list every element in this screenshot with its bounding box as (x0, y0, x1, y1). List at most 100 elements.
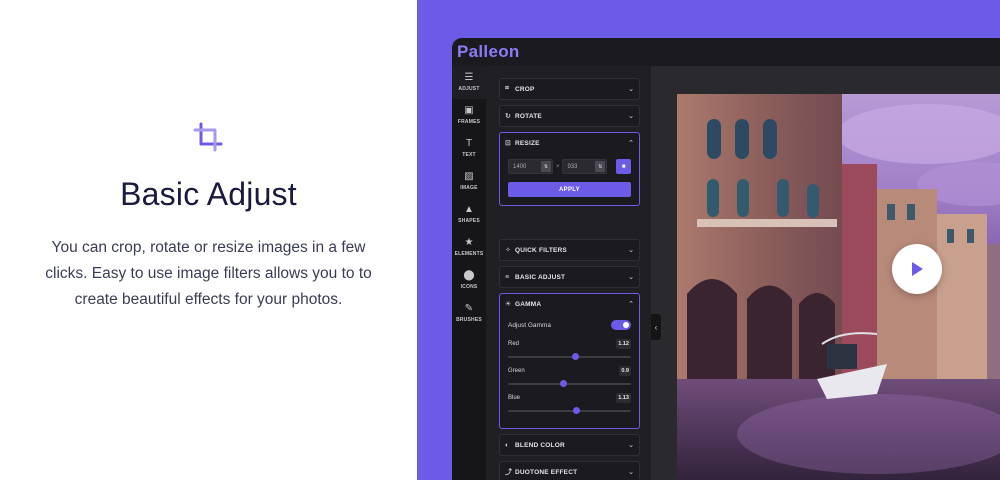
slider-value: 1.12 (616, 339, 631, 349)
rail-item-frames[interactable]: ▣ FRAMES (452, 99, 486, 132)
rail-label: IMAGE (460, 185, 478, 191)
feature-description: You can crop, rotate or resize images in… (45, 239, 372, 308)
rail-item-shapes[interactable]: ▲ SHAPES (452, 198, 486, 231)
feature-card: Basic Adjust You can crop, rotate or res… (0, 0, 417, 480)
chevron-left-icon: ‹ (654, 322, 658, 332)
settings-panel: ⌗ CROP ⌄ ↻ ROTATE ⌄ ⊡ RESIZE ⌃ 1400 ⇅ × … (486, 66, 651, 480)
app-body: ☰ ADJUST ▣ FRAMES T TEXT ▨ IMAGE ▲ SHAPE… (452, 66, 1000, 480)
rail-label: ICONS (460, 284, 478, 290)
rotate-icon: ↻ (505, 113, 511, 120)
star-icon: ★ (464, 237, 474, 248)
rail-label: ADJUST (458, 86, 480, 92)
resize-row: 1400 ⇅ × 933 ⇅ ■ (508, 159, 631, 174)
resize-body: 1400 ⇅ × 933 ⇅ ■ APPLY (500, 153, 639, 205)
accordion-resize: ⊡ RESIZE ⌃ 1400 ⇅ × 933 ⇅ ■ APPLY (499, 132, 640, 206)
icon-rail: ☰ ADJUST ▣ FRAMES T TEXT ▨ IMAGE ▲ SHAPE… (452, 66, 486, 480)
green-slider-block: Green 0.9 (508, 366, 631, 387)
slider-label: Red (508, 341, 520, 347)
chevron-down-icon: ⌄ (628, 86, 634, 93)
accordion-header-quick-filters[interactable]: ✧ QUICK FILTERS ⌄ (500, 240, 639, 260)
rail-label: TEXT (462, 152, 476, 158)
width-input[interactable]: 1400 ⇅ (508, 159, 553, 174)
width-value: 1400 (513, 163, 527, 170)
collapse-panel-handle[interactable]: ‹ (651, 314, 661, 340)
lock-icon: ■ (621, 163, 626, 170)
app-window: Palleon ☰ ADJUST ▣ FRAMES T TEXT ▨ IMAGE… (452, 38, 1000, 480)
chevron-up-icon: ⌃ (628, 301, 634, 308)
rail-label: BRUSHES (456, 317, 482, 323)
feature-title: Basic Adjust (120, 176, 297, 212)
rail-item-icons[interactable]: ⬤ ICONS (452, 264, 486, 297)
chevron-down-icon: ⌄ (628, 247, 634, 254)
brush-icon: ✎ (464, 303, 474, 314)
accordion-header-basic-adjust[interactable]: ≡ BASIC ADJUST ⌄ (500, 267, 639, 287)
accordion-blend-color: ◐ BLEND COLOR ⌄ (499, 434, 640, 456)
edited-photo[interactable] (677, 94, 1000, 480)
height-input[interactable]: 933 ⇅ (562, 159, 608, 174)
accordion-label: RESIZE (515, 139, 540, 147)
adjust-gamma-toggle[interactable] (611, 320, 631, 330)
accordion-header-resize[interactable]: ⊡ RESIZE ⌃ (500, 133, 639, 153)
accordion-rotate: ↻ ROTATE ⌄ (499, 105, 640, 127)
slider-thumb[interactable] (559, 380, 567, 387)
sun-icon: ☀ (505, 301, 512, 308)
times-symbol: × (555, 163, 560, 170)
accordion-header-rotate[interactable]: ↻ ROTATE ⌄ (500, 106, 639, 126)
accordion-header-duotone[interactable]: ⤴ DUOTONE EFFECT ⌄ (500, 462, 639, 480)
height-stepper[interactable]: ⇅ (595, 161, 606, 172)
shapes-icon: ▲ (464, 204, 474, 215)
red-slider[interactable] (508, 353, 631, 360)
play-video-button[interactable] (892, 244, 942, 294)
chevron-down-icon: ⌄ (628, 113, 634, 120)
trend-icon: ⤴ (505, 469, 512, 476)
rail-item-text[interactable]: T TEXT (452, 132, 486, 165)
slider-thumb[interactable] (572, 353, 580, 360)
blue-slider-block: Blue 1.13 (508, 393, 631, 414)
width-stepper[interactable]: ⇅ (540, 161, 551, 172)
chevron-down-icon: ⌄ (628, 274, 634, 281)
rail-label: FRAMES (457, 119, 481, 125)
accordion-label: GAMMA (515, 300, 542, 308)
chevron-up-icon: ⌃ (628, 140, 634, 147)
accordion-gamma: ☀ GAMMA ⌃ Adjust Gamma Red 1.12 Green 0.… (499, 293, 640, 429)
slider-value: 1.13 (616, 393, 631, 403)
accordion-label: QUICK FILTERS (515, 246, 567, 254)
green-slider[interactable] (508, 380, 631, 387)
rail-item-elements[interactable]: ★ ELEMENTS (452, 231, 486, 264)
rail-item-brushes[interactable]: ✎ BRUSHES (452, 297, 486, 330)
apply-button[interactable]: APPLY (508, 182, 631, 197)
showcase-panel: Palleon ☰ ADJUST ▣ FRAMES T TEXT ▨ IMAGE… (417, 0, 1000, 480)
height-value: 933 (567, 163, 578, 170)
text-icon: T (465, 138, 473, 149)
sliders-icon: ≡ (505, 273, 510, 281)
adjust-gamma-label: Adjust Gamma (508, 321, 551, 329)
magic-icon: ✧ (505, 247, 511, 254)
sliders-icon: ☰ (464, 72, 474, 83)
accordion-crop: ⌗ CROP ⌄ (499, 78, 640, 100)
slider-label: Green (508, 368, 525, 374)
accordion-header-crop[interactable]: ⌗ CROP ⌄ (500, 79, 639, 99)
accordion-label: CROP (515, 85, 535, 93)
palette-icon: ◐ (505, 441, 510, 449)
venice-canal-image (677, 94, 1000, 480)
red-slider-block: Red 1.12 (508, 339, 631, 360)
slider-label: Blue (508, 395, 521, 401)
accordion-basic-adjust: ≡ BASIC ADJUST ⌄ (499, 266, 640, 288)
slider-thumb[interactable] (573, 407, 581, 414)
accordion-header-blend-color[interactable]: ◐ BLEND COLOR ⌄ (500, 435, 639, 455)
rail-item-image[interactable]: ▨ IMAGE (452, 165, 486, 198)
accordion-quick-filters: ✧ QUICK FILTERS ⌄ (499, 239, 640, 261)
rail-item-adjust[interactable]: ☰ ADJUST (452, 66, 486, 99)
resize-icon: ⊡ (505, 140, 511, 147)
adjust-gamma-row: Adjust Gamma (508, 320, 631, 330)
accordion-label: BASIC ADJUST (515, 273, 566, 281)
lock-ratio-button[interactable]: ■ (616, 159, 631, 174)
crop-icon (193, 122, 222, 152)
blue-slider[interactable] (508, 407, 631, 414)
rail-label: SHAPES (458, 218, 480, 224)
rail-label: ELEMENTS (454, 251, 484, 257)
accordion-header-gamma[interactable]: ☀ GAMMA ⌃ (500, 294, 639, 314)
canvas-area (651, 66, 1000, 480)
chevron-down-icon: ⌄ (628, 442, 634, 449)
